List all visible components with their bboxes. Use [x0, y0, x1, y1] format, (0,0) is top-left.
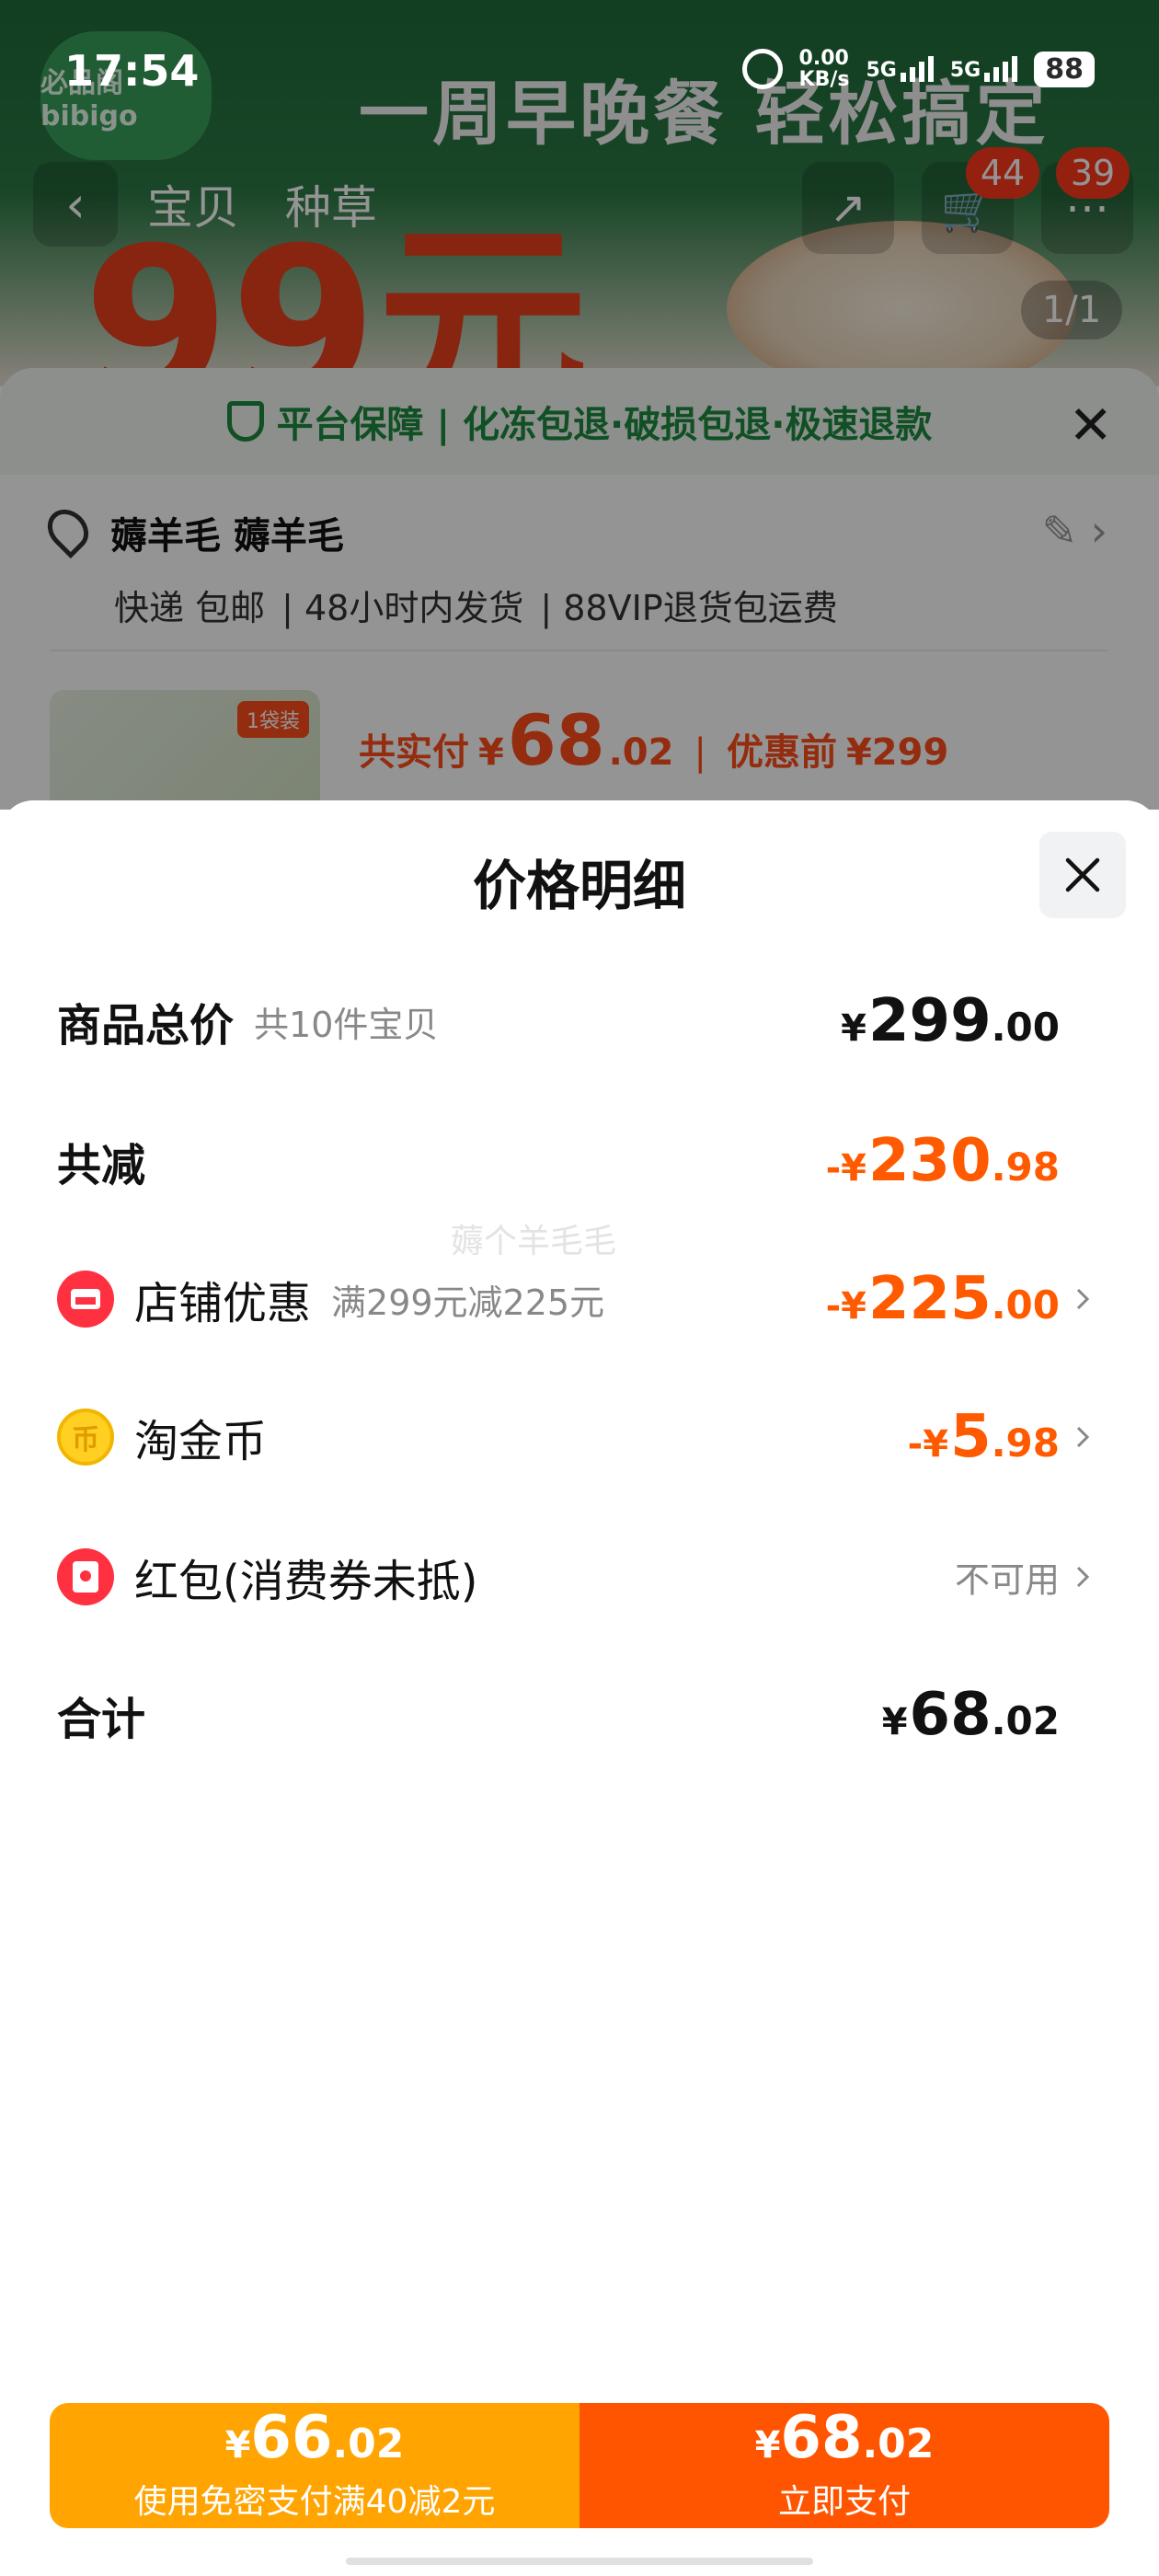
pay-bar: ¥ 66 .02 使用免密支付满40减2元 ¥ 68 .02 立即支付 [50, 2403, 1109, 2528]
price-int: 66 [250, 2404, 333, 2472]
amount-dec: .98 [991, 1144, 1060, 1190]
amount-currency: ¥ [881, 1701, 908, 1743]
row-label: 商品总价 [57, 1000, 235, 1052]
row-shop-discount[interactable]: 店铺优惠 满299元减225元 -¥ 225 .00 [57, 1253, 1096, 1345]
signal-1: 5G [866, 56, 934, 83]
amount-int: 68 [909, 1681, 992, 1749]
price-currency: ¥ [754, 2424, 781, 2467]
price-dec: .02 [862, 2421, 935, 2467]
row-sub: 共10件宝贝 [254, 1004, 439, 1045]
row-red-packet[interactable]: 红包(消费券未抵) 不可用 [57, 1531, 1096, 1623]
row-taojinbi[interactable]: 币 淘金币 -¥ 5 .98 [57, 1391, 1096, 1483]
status-text: 不可用 [954, 1559, 1060, 1601]
pay-desc: 立即支付 [777, 2483, 911, 2521]
row-status: 不可用 [955, 1552, 1060, 1603]
price-int: 68 [780, 2404, 863, 2472]
speed-unit: KB/s [798, 68, 850, 92]
row-goods-total: 商品总价 共10件宝贝 ¥ 299 .00 [57, 975, 1096, 1067]
close-button[interactable] [1039, 832, 1126, 918]
chevron-right-icon [1069, 1563, 1096, 1591]
home-indicator[interactable] [346, 2558, 813, 2565]
row-label: 合计 [57, 1694, 146, 1745]
network-type: 5G [866, 59, 897, 83]
row-amount: ¥ 299 .00 [841, 987, 1060, 1055]
pay-price: ¥ 66 .02 [225, 2409, 405, 2467]
price-detail-sheet: 价格明细 薅个羊毛毛 商品总价 共10件宝贝 ¥ 299 .00 共减 -¥ 2… [0, 800, 1159, 2576]
row-label: 店铺优惠 [134, 1278, 312, 1329]
amount-int: 230 [868, 1127, 992, 1195]
signal-icon [984, 56, 1018, 83]
amount-currency: ¥ [841, 1007, 866, 1050]
amount-int: 5 [950, 1403, 992, 1471]
sheet-title: 价格明细 [472, 855, 686, 917]
amount-currency: -¥ [907, 1423, 949, 1466]
row-grand-total: 合计 ¥ 68 .02 [57, 1669, 1096, 1761]
battery-icon: 88 [1034, 51, 1095, 87]
speed-value: 0.00 [798, 47, 849, 70]
chevron-right-icon [1069, 1285, 1096, 1313]
coin-icon: 币 [57, 1409, 114, 1466]
pay-now-button[interactable]: ¥ 68 .02 立即支付 [580, 2403, 1109, 2528]
pay-desc: 使用免密支付满40减2元 [133, 2483, 496, 2521]
price-dec: .02 [332, 2421, 405, 2467]
status-time: 17:54 [64, 46, 200, 96]
status-icons: 0.00 KB/s 5G 5G 88 [741, 48, 1095, 90]
amount-currency: -¥ [825, 1147, 866, 1190]
row-label: 淘金币 [134, 1416, 268, 1467]
signal-2: 5G [949, 56, 1018, 83]
row-sub: 满299元减225元 [331, 1282, 605, 1323]
amount-dec: .00 [991, 1282, 1060, 1328]
shop-icon [57, 1271, 114, 1328]
product-page-background: 必品阁 bibigo 一周早晚餐 轻松搞定 99元 1/1 ‹ 宝贝 种草 ↗ … [0, 0, 1159, 810]
alarm-icon [741, 49, 783, 90]
signal-icon [900, 56, 934, 83]
row-amount: -¥ 225 .00 [826, 1265, 1060, 1333]
amount-dec: .02 [991, 1698, 1060, 1743]
close-icon [1065, 857, 1100, 892]
price-currency: ¥ [224, 2424, 251, 2467]
network-speed: 0.00 KB/s [799, 48, 850, 90]
pay-price: ¥ 68 .02 [755, 2409, 935, 2467]
row-label: 共减 [57, 1140, 146, 1191]
red-packet-icon [57, 1548, 114, 1605]
row-amount: -¥ 5 .98 [908, 1403, 1060, 1471]
network-type: 5G [949, 59, 981, 83]
amount-int: 299 [868, 987, 992, 1055]
amount-dec: .98 [991, 1420, 1060, 1466]
chevron-right-icon [1069, 1423, 1096, 1451]
amount-int: 225 [868, 1265, 992, 1333]
row-amount: -¥ 230 .98 [826, 1127, 1060, 1195]
amount-currency: -¥ [825, 1285, 866, 1328]
row-label: 红包(消费券未抵) [134, 1556, 478, 1607]
amount-dec: .00 [991, 1005, 1060, 1050]
status-bar: 17:54 0.00 KB/s 5G 5G 88 [0, 0, 1159, 138]
password-free-pay-button[interactable]: ¥ 66 .02 使用免密支付满40减2元 [50, 2403, 580, 2528]
row-total-reduce: 共减 -¥ 230 .98 [57, 1115, 1096, 1207]
row-amount: ¥ 68 .02 [882, 1681, 1060, 1749]
